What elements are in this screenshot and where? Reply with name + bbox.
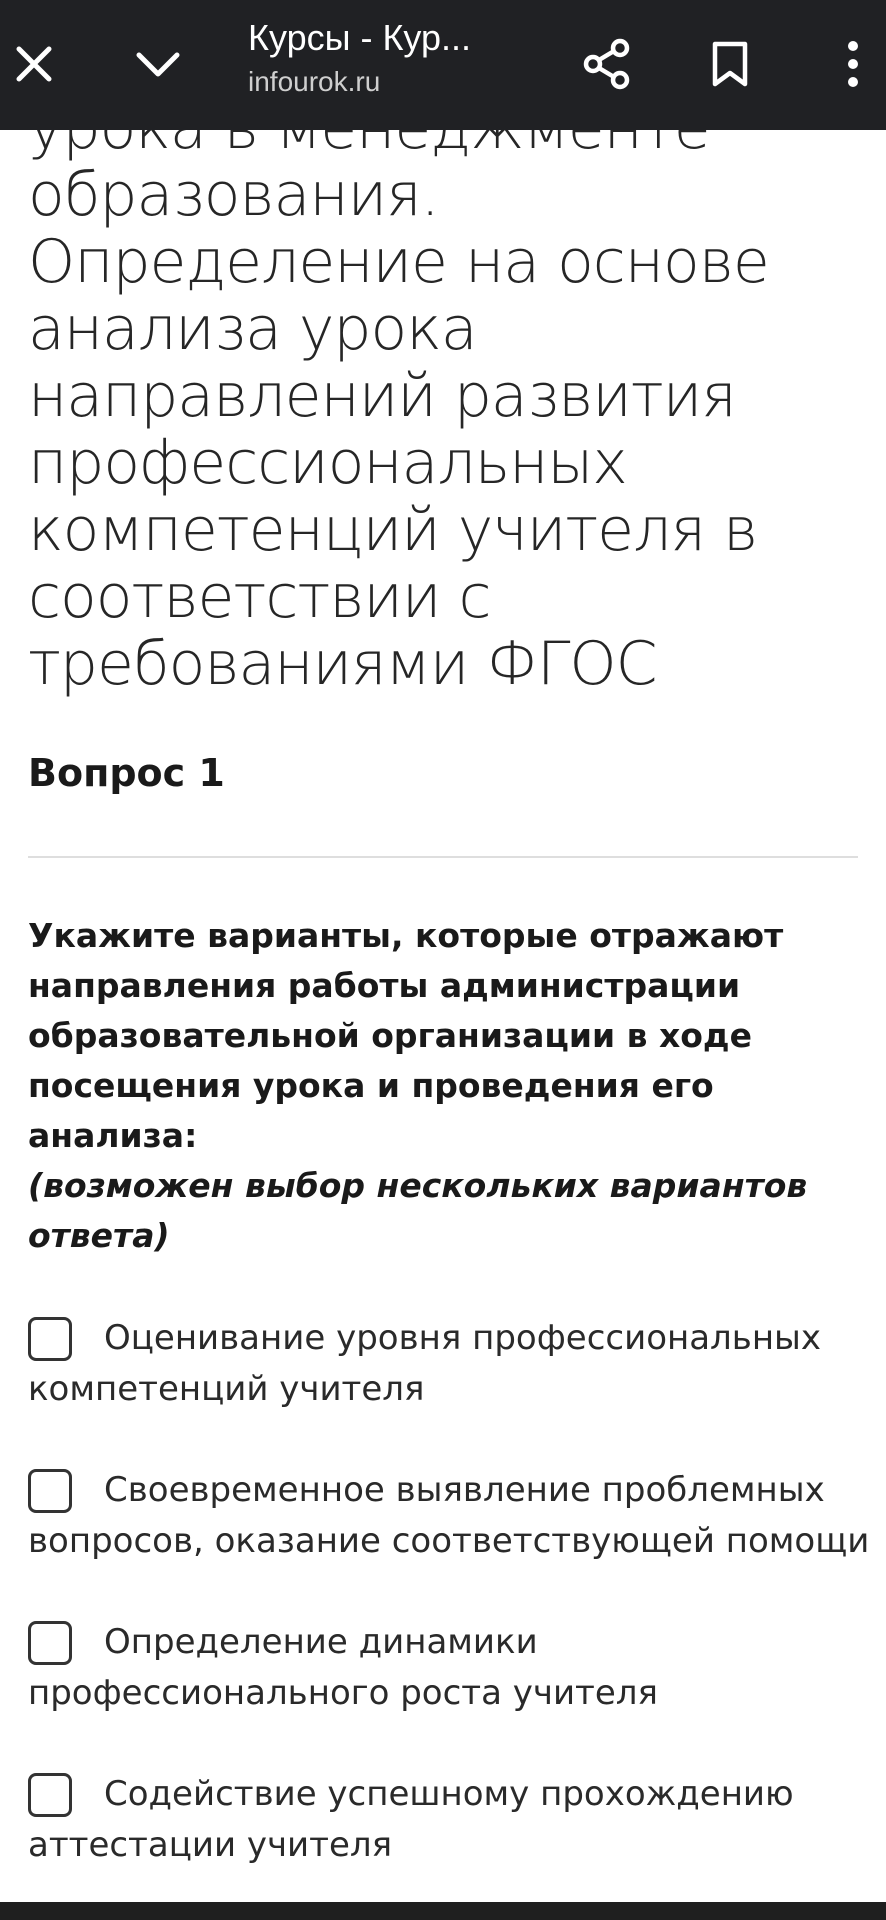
checkbox[interactable] [28,1316,72,1361]
question-number: Вопрос 1 [28,751,225,795]
answer-option-3[interactable]: Определение динамики профессионального р… [28,1617,878,1719]
more-vert-icon [848,41,858,87]
chevron-down-icon [136,52,180,77]
bookmark-button[interactable] [690,24,770,104]
prompt-line: посещения урока и проведения его [28,1066,714,1105]
tab-title: Курсы - Кур... [248,17,472,58]
bottom-bar [0,1902,886,1920]
bookmark-icon [712,41,748,87]
option-label-cont: вопросов, оказание соответствующей помощ… [28,1521,870,1561]
course-heading: урока в менеджменте образования. Определ… [28,95,878,698]
prompt-note-line: ответа) [28,1216,170,1255]
checkbox[interactable] [28,1772,72,1817]
prompt-line: образовательной организации в ходе [28,1016,752,1055]
question-prompt: Укажите варианты, которые отражают напра… [28,911,858,1261]
option-label-cont: аттестации учителя [28,1825,393,1865]
heading-line: направлений развития [28,361,737,431]
share-icon [583,38,630,90]
more-options-button[interactable] [813,24,886,104]
browser-top-bar: Курсы - Кур... infourok.ru [0,0,886,130]
minimize-button[interactable] [118,24,198,104]
option-label-cont: компетенций учителя [28,1369,425,1409]
heading-line: профессиональных [28,428,628,498]
option-label: Содействие успешному прохождению [104,1774,794,1814]
page: Курсы - Кур... infourok.ru урок [0,0,886,1920]
option-label: Своевременное выявление проблемных [104,1470,825,1510]
heading-line: анализа урока [28,294,478,364]
option-label: Определение динамики [104,1622,538,1662]
checkbox[interactable] [28,1620,72,1665]
close-button[interactable] [0,24,74,104]
answer-option-4[interactable]: Содействие успешному прохождению аттеста… [28,1769,878,1871]
share-button[interactable] [567,24,647,104]
option-label: Оценивание уровня профессиональных [104,1318,822,1358]
prompt-line: направления работы администрации [28,966,741,1005]
heading-line: Определение на основе [28,227,770,297]
prompt-line: анализа: [28,1116,198,1155]
heading-line: требованиями ФГОС [28,629,658,699]
heading-line: компетенций учителя в [28,495,758,565]
checkbox[interactable] [28,1468,72,1513]
url-block[interactable]: Курсы - Кур... infourok.ru [248,16,538,100]
prompt-line: Укажите варианты, которые отражают [28,916,784,955]
heading-line: образования. [28,160,440,230]
divider [28,856,858,858]
answer-option-1[interactable]: Оценивание уровня профессиональных компе… [28,1313,878,1415]
answer-option-2[interactable]: Своевременное выявление проблемных вопро… [28,1465,878,1567]
prompt-note-line: (возможен выбор нескольких вариантов [28,1166,808,1205]
option-label-cont: профессионального роста учителя [28,1673,658,1713]
close-icon [16,46,52,82]
heading-line: соответствии с [28,562,492,632]
site-domain: infourok.ru [248,66,381,97]
